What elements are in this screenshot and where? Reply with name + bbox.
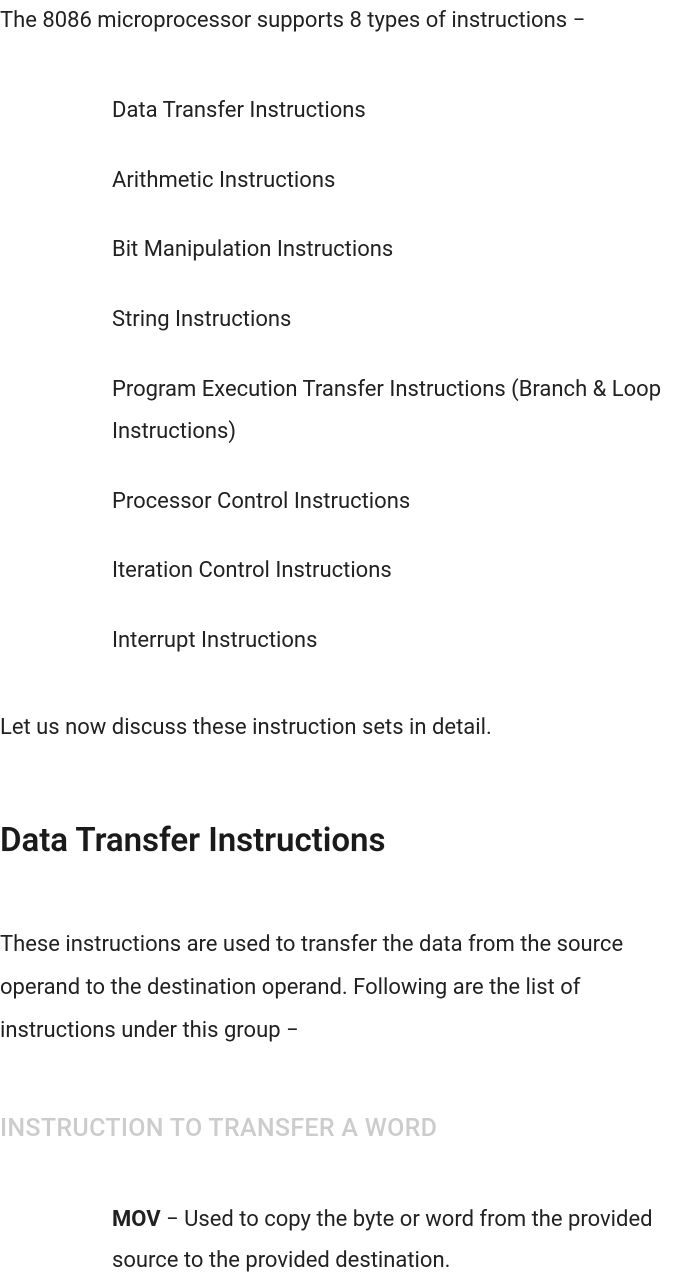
definition-item: MOV − Used to copy the byte or word from… xyxy=(112,1199,674,1282)
section-heading: Data Transfer Instructions xyxy=(0,815,674,868)
intro-paragraph: The 8086 microprocessor supports 8 types… xyxy=(0,0,674,42)
list-item: Arithmetic Instructions xyxy=(112,160,674,202)
list-item: Program Execution Transfer Instructions … xyxy=(112,369,674,453)
definition-desc: − Used to copy the byte or word from the… xyxy=(112,1207,653,1274)
list-item: Bit Manipulation Instructions xyxy=(112,229,674,271)
list-item: Iteration Control Instructions xyxy=(112,550,674,592)
definition-term: MOV xyxy=(112,1207,161,1232)
discuss-paragraph: Let us now discuss these instruction set… xyxy=(0,710,674,745)
instruction-type-list: Data Transfer Instructions Arithmetic In… xyxy=(0,90,674,662)
list-item: Processor Control Instructions xyxy=(112,481,674,523)
list-item: Interrupt Instructions xyxy=(112,620,674,662)
list-item: String Instructions xyxy=(112,299,674,341)
subsection-heading: INSTRUCTION TO TRANSFER A WORD xyxy=(0,1109,674,1149)
definition-list: MOV − Used to copy the byte or word from… xyxy=(0,1199,674,1282)
section-description: These instructions are used to transfer … xyxy=(0,924,674,1053)
list-item: Data Transfer Instructions xyxy=(112,90,674,132)
